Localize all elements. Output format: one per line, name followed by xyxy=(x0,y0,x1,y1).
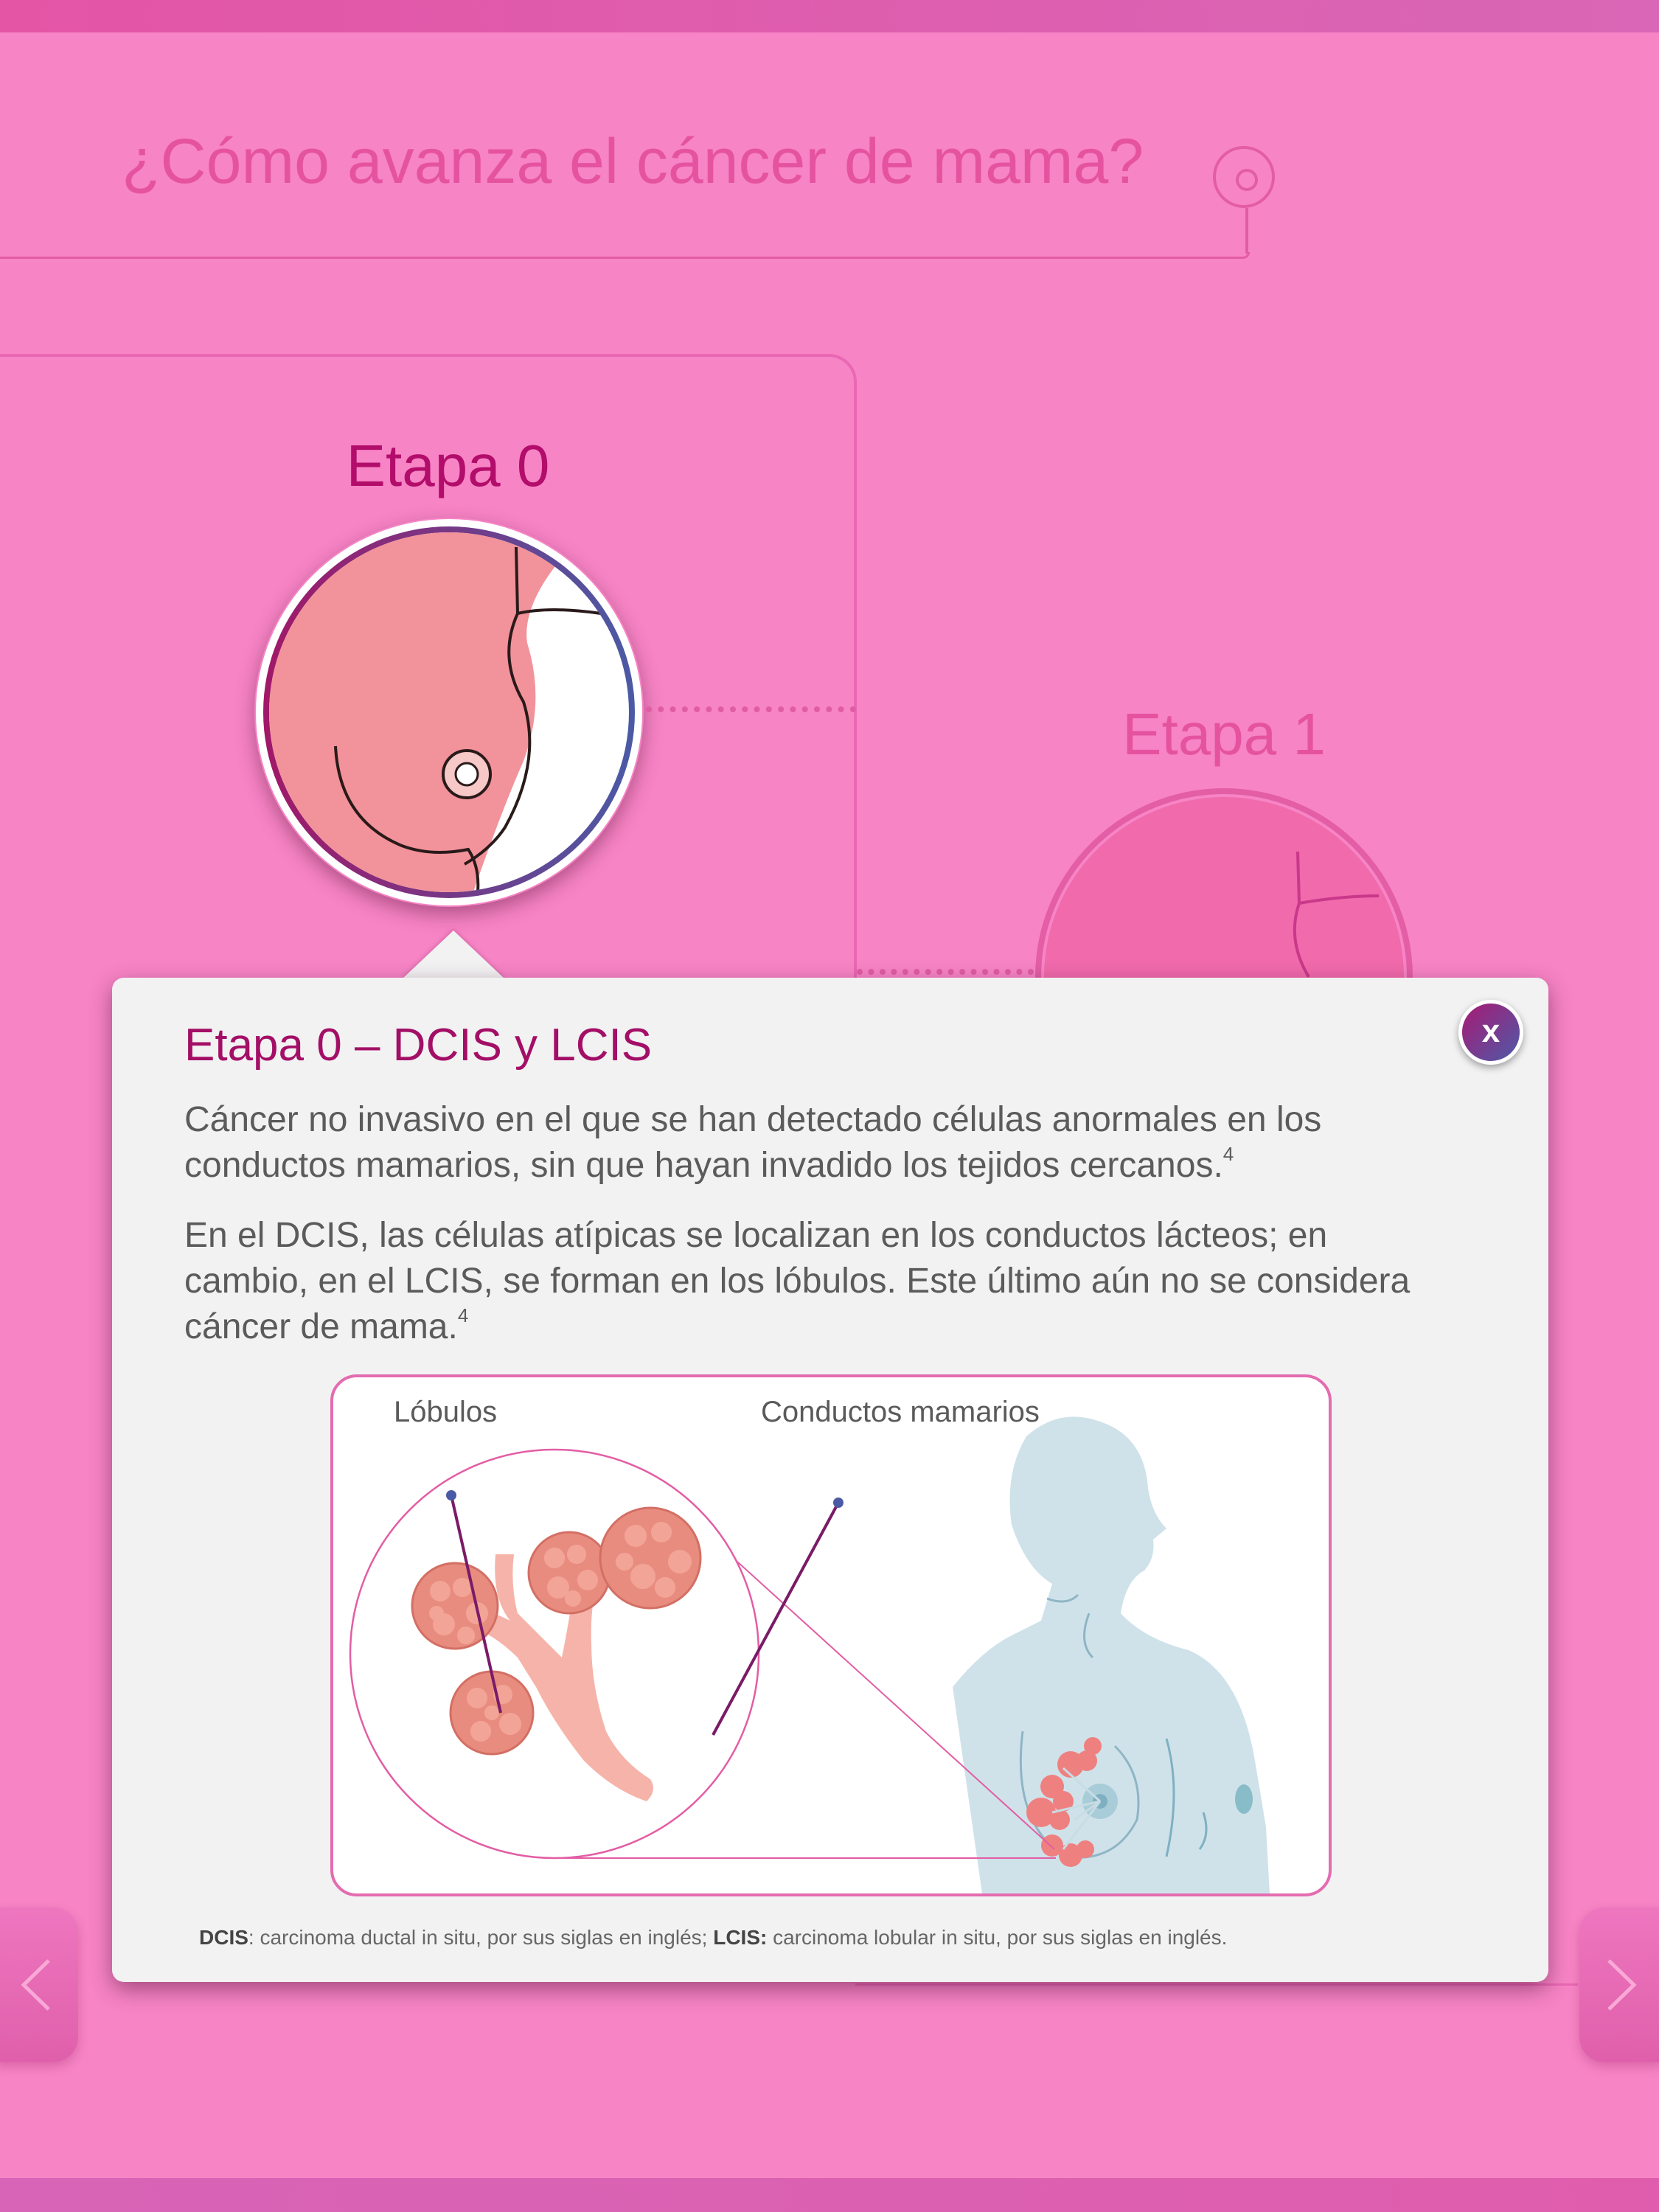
connector-dots xyxy=(646,706,856,712)
close-button[interactable]: x xyxy=(1458,1000,1523,1065)
chevron-right-icon xyxy=(1607,1959,1637,2011)
page-title: ¿Cómo avanza el cáncer de mama? xyxy=(122,126,1144,197)
previous-button[interactable] xyxy=(0,1907,78,2062)
next-button[interactable] xyxy=(1579,1907,1659,2062)
popup-paragraph-1: Cáncer no invasivo en el que se han dete… xyxy=(184,1097,1453,1189)
woman-silhouette xyxy=(953,1416,1270,1893)
lcis-abbreviation: LCIS: xyxy=(713,1926,768,1949)
panel-divider xyxy=(855,1983,1578,1986)
top-bar xyxy=(0,0,1659,32)
dial-icon xyxy=(1213,146,1275,208)
lobules-label: Lóbulos xyxy=(394,1396,498,1428)
popup-pointer xyxy=(402,931,505,979)
bottom-bar xyxy=(0,2178,1659,2212)
anatomy-figure: Lóbulos Conductos mamarios xyxy=(330,1374,1332,1896)
chevron-left-icon xyxy=(21,1959,50,2011)
title-underline xyxy=(0,252,1250,259)
reference-superscript: 4 xyxy=(1222,1143,1234,1165)
dcis-abbreviation: DCIS xyxy=(199,1926,248,1949)
anatomy-illustration xyxy=(349,1416,1270,1893)
connector-dots-2 xyxy=(857,969,1034,975)
stage-0-breast-icon[interactable] xyxy=(254,518,644,907)
popup-title: Etapa 0 – DCIS y LCIS xyxy=(184,1020,653,1071)
duct-pointer xyxy=(712,1502,840,1736)
paragraph-1-text: Cáncer no invasivo en el que se han dete… xyxy=(184,1100,1322,1185)
title-connector xyxy=(1245,208,1248,254)
reference-superscript: 4 xyxy=(457,1304,469,1326)
ducts-label: Conductos mamarios xyxy=(761,1396,1040,1428)
dcis-definition: : carcinoma ductal in situ, por sus sigl… xyxy=(248,1926,714,1949)
stage-1-title[interactable]: Etapa 1 xyxy=(1106,700,1342,768)
stage-0-title[interactable]: Etapa 0 xyxy=(317,432,579,500)
lcis-definition: carcinoma lobular in situ, por sus sigla… xyxy=(767,1926,1228,1949)
paragraph-2-text: En el DCIS, las células atípicas se loca… xyxy=(184,1216,1411,1346)
popup-paragraph-2: En el DCIS, las células atípicas se loca… xyxy=(184,1213,1453,1350)
footnote: DCIS: carcinoma ductal in situ, por sus … xyxy=(199,1926,1227,1950)
